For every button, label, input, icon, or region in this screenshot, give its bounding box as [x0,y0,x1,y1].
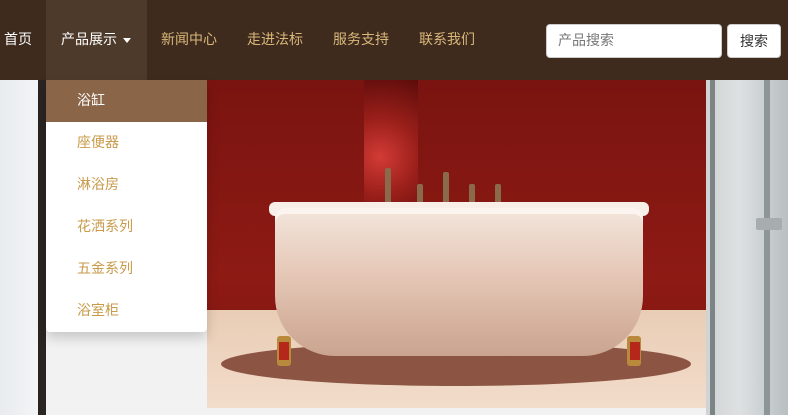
nav-item-contact[interactable]: 联系我们 [419,0,475,80]
dropdown-item-shower-series[interactable]: 花洒系列 [46,206,207,248]
shower-frame [764,80,770,415]
dropdown-item-hardware-series[interactable]: 五金系列 [46,248,207,290]
nav-item-products[interactable]: 产品展示 [46,0,147,80]
dropdown-item-bathtub[interactable]: 浴缸 [46,80,207,122]
nav-item-news[interactable]: 新闻中心 [161,0,217,80]
bathtub [275,208,643,356]
tub-leg-accent [630,342,640,360]
dropdown-item-bathroom-cabinet[interactable]: 浴室柜 [46,290,207,332]
dropdown-item-toilet[interactable]: 座便器 [46,122,207,164]
product-slide-image[interactable] [207,80,706,408]
nav-item-service[interactable]: 服务支持 [333,0,389,80]
tub-leg-accent [279,342,289,360]
decorative-wall-panel [364,80,418,208]
search-input[interactable] [546,24,722,58]
shower-handle [756,218,782,230]
adjacent-slide-left-frame [38,80,46,415]
shower-frame [710,80,715,415]
adjacent-slide-right [706,80,788,415]
top-navbar: 首页 产品展示 新闻中心 走进法标 服务支持 联系我们 搜索 [0,0,788,80]
search-button[interactable]: 搜索 [727,24,781,58]
caret-down-icon [123,37,131,43]
adjacent-slide-left [0,80,40,415]
nav-item-about[interactable]: 走进法标 [247,0,303,80]
products-dropdown-menu: 浴缸 座便器 淋浴房 花洒系列 五金系列 浴室柜 [46,80,207,332]
dropdown-item-shower-room[interactable]: 淋浴房 [46,164,207,206]
nav-item-home[interactable]: 首页 [4,0,32,80]
nav-item-products-label: 产品展示 [61,32,117,48]
